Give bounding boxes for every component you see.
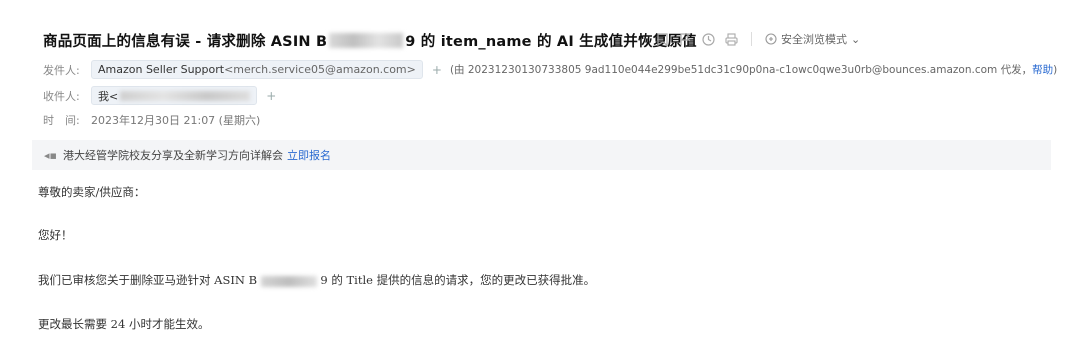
add-contact-button[interactable]: + xyxy=(432,63,442,77)
recipient-chip[interactable]: 我< xyxy=(91,86,258,105)
body-hello: 您好！ xyxy=(38,228,73,242)
safe-browse-label: 安全浏览模式 xyxy=(781,33,847,46)
email-view: 商品页面上的信息有误 - 请求删除 ASIN B 9 的 item_name 的… xyxy=(0,0,1080,359)
body-greeting: 尊敬的卖家/供应商： xyxy=(38,185,146,199)
sender-email: <merch.service05@amazon.com> xyxy=(224,63,416,76)
add-recipient-button[interactable]: + xyxy=(266,89,276,103)
proxy-suffix: ) xyxy=(1053,63,1058,76)
recipient-row: 收件人: 我< + xyxy=(43,86,276,105)
time-value: 2023年12月30日 21:07 (星期六) xyxy=(91,114,261,127)
print-icon[interactable] xyxy=(724,32,738,46)
sender-label: 发件人: xyxy=(43,63,80,77)
time-label: 时 间: xyxy=(43,114,80,127)
redacted-asin xyxy=(329,32,404,48)
time-row: 时 间: 2023年12月30日 21:07 (星期六) xyxy=(43,112,260,128)
email-subject: 商品页面上的信息有误 - 请求删除 ASIN B 9 的 item_name 的… xyxy=(43,28,697,52)
flag-icon[interactable] xyxy=(678,32,692,46)
sender-chip[interactable]: Amazon Seller Support <merch.service05@a… xyxy=(91,60,423,79)
subject-suffix: 9 的 item_name 的 AI 生成值并恢复原值 xyxy=(405,33,697,50)
bookmark-icon[interactable] xyxy=(655,32,669,46)
recipient-name: 我< xyxy=(98,89,119,103)
recipient-label: 收件人: xyxy=(43,89,80,103)
subject-prefix: 商品页面上的信息有误 - 请求删除 ASIN B xyxy=(43,33,328,50)
redacted-asin-body xyxy=(260,275,317,287)
ad-banner: ◂▪ 港大经管学院校友分享及全新学习方向详解会 立即报名 xyxy=(32,140,1051,170)
megaphone-icon: ◂▪ xyxy=(44,148,57,162)
shield-icon xyxy=(765,33,777,45)
safe-browse-toggle[interactable]: 安全浏览模式 ⌄ xyxy=(765,31,860,47)
body-line1-suffix: 9 的 Title 提供的信息的请求，您的更改已获得批准。 xyxy=(320,273,596,287)
body-line1-prefix: 我们已审核您关于删除亚马逊针对 ASIN B xyxy=(38,273,258,287)
body-line1: 我们已审核您关于删除亚马逊针对 ASIN B 9 的 Title 提供的信息的请… xyxy=(38,272,595,288)
body-line2: 更改最长需要 24 小时才能生效。 xyxy=(38,317,210,331)
redacted-email xyxy=(120,90,251,101)
proxy-prefix: (由 20231230130733805 9ad110e044e299be51d… xyxy=(449,64,1033,76)
help-link[interactable]: 帮助 xyxy=(1032,62,1053,77)
chevron-down-icon: ⌄ xyxy=(851,32,861,46)
banner-text: 港大经管学院校友分享及全新学习方向详解会 xyxy=(62,149,283,162)
sender-name: Amazon Seller Support xyxy=(98,63,225,76)
sender-row: 发件人: Amazon Seller Support <merch.servic… xyxy=(43,60,1057,79)
clock-icon[interactable] xyxy=(701,32,715,46)
toolbar-divider xyxy=(751,32,752,46)
banner-link[interactable]: 立即报名 xyxy=(287,147,331,163)
subject-toolbar: 安全浏览模式 ⌄ xyxy=(655,31,860,47)
